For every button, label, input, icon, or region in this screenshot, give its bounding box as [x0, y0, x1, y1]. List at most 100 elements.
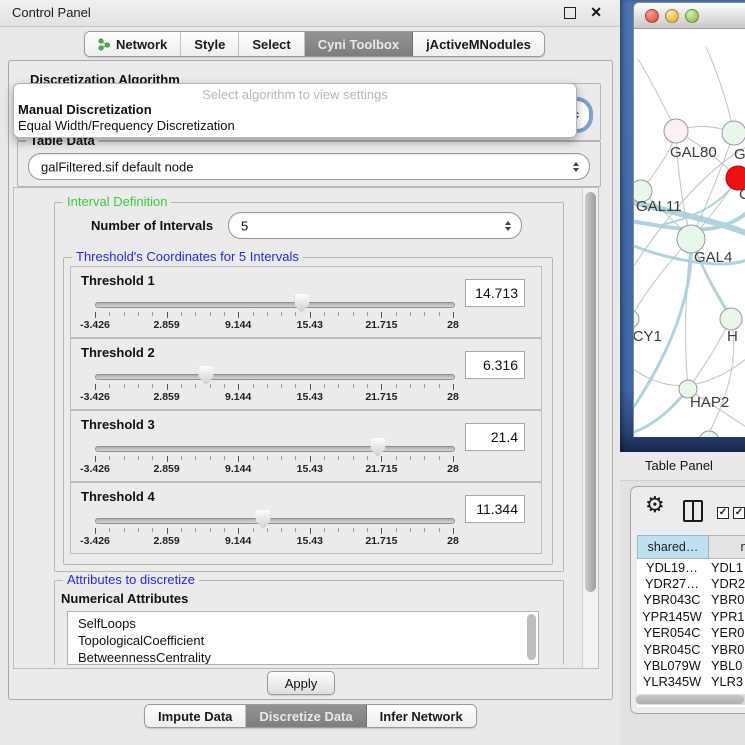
slider-thumb[interactable] [370, 438, 385, 457]
node[interactable] [720, 308, 742, 330]
tab-infer-network-label: Infer Network [380, 709, 463, 724]
minimize-traffic-light-icon[interactable] [665, 9, 679, 23]
checkbox-icon[interactable]: ✓ [717, 507, 729, 519]
node[interactable] [722, 121, 745, 145]
tab-discretize-data[interactable]: Discretize Data [246, 705, 366, 727]
table-horizontal-scrollbar[interactable] [635, 694, 745, 705]
slider-ticks [95, 528, 453, 535]
cell[interactable]: YDL19… [637, 559, 707, 575]
cell[interactable]: YPR1 [707, 608, 745, 624]
node[interactable] [634, 310, 639, 328]
table-row[interactable]: YPR145WYPR1 [637, 608, 745, 624]
interval-definition-label: Interval Definition [63, 194, 171, 209]
column-header-name[interactable]: n [709, 535, 745, 559]
table-row[interactable]: YDL19…YDL1 [637, 559, 745, 575]
tab-cyni-toolbox[interactable]: Cyni Toolbox [305, 32, 413, 56]
numerical-attributes-list[interactable]: SelfLoops TopologicalCoefficient Between… [67, 611, 539, 665]
checkbox-icon[interactable]: ✓ [733, 507, 745, 519]
slider-track[interactable] [95, 302, 455, 308]
threshold-2-value-field[interactable] [465, 351, 525, 379]
slider-thumb[interactable] [294, 294, 309, 313]
network-canvas[interactable]: GAL80 GA GAL11 C GAL4 GCY1 H HAP2 [634, 29, 745, 437]
cyni-toolbox-content: Discretization Algorithm Select algorith… [8, 60, 613, 700]
threshold-3-value-field[interactable] [465, 423, 525, 451]
zoom-traffic-light-icon[interactable] [685, 9, 699, 23]
threshold-3-label: Threshold 3 [81, 417, 155, 432]
list-item[interactable]: BetweennessCentrality [68, 649, 538, 665]
cell[interactable]: YBR0 [707, 641, 745, 657]
number-of-intervals-combobox[interactable]: 5 [228, 212, 522, 239]
settings-scrollbar-thumb[interactable] [585, 192, 596, 592]
threshold-4-label: Threshold 4 [81, 489, 155, 504]
node[interactable] [664, 119, 688, 143]
close-traffic-light-icon[interactable] [645, 9, 659, 23]
threshold-1-value-field[interactable] [465, 279, 525, 307]
table-data-combobox[interactable]: galFiltered.sif default node [28, 153, 590, 180]
cell[interactable]: YER0 [707, 625, 745, 641]
table-row[interactable]: YBL079WYBL0 [637, 657, 745, 673]
list-scrollbar-thumb[interactable] [527, 614, 536, 660]
tab-impute-data[interactable]: Impute Data [145, 705, 246, 727]
threshold-1-label: Threshold 1 [81, 273, 155, 288]
cell[interactable]: YDL1 [707, 559, 745, 575]
tab-network[interactable]: Network [85, 32, 181, 56]
table-header-row: shared… n [637, 535, 745, 559]
table-panel-header: Table Panel [620, 452, 745, 481]
table-row[interactable]: YER054CYER0 [637, 625, 745, 641]
cell[interactable]: YBR043C [637, 592, 707, 608]
threshold-4-value-field[interactable] [465, 495, 525, 523]
threshold-4-slider[interactable]: -3.4262.8599.14415.4321.71528 [95, 513, 453, 549]
node-label-gal4: GAL4 [694, 249, 732, 266]
list-item[interactable]: TopologicalCoefficient [68, 632, 538, 649]
cell[interactable]: YPR145W [637, 608, 707, 624]
table-row[interactable]: YBR045CYBR0 [637, 641, 745, 657]
slider-thumb[interactable] [256, 510, 271, 529]
threshold-1-slider[interactable]: -3.4262.8599.14415.4321.71528 [95, 297, 453, 333]
node[interactable] [699, 431, 719, 437]
table-panel-title: Table Panel [645, 458, 713, 473]
network-window-frame: GAL80 GA GAL11 C GAL4 GCY1 H HAP2 [620, 0, 745, 452]
float-window-icon[interactable] [564, 7, 576, 19]
table-row[interactable]: YLR345WYLR3 [637, 674, 745, 690]
cell[interactable]: YLR345W [637, 674, 707, 690]
column-header-shared-name[interactable]: shared… [637, 535, 709, 559]
slider-track[interactable] [95, 374, 455, 380]
cell[interactable]: YBR045C [637, 641, 707, 657]
thresholds-group-label: Threshold's Coordinates for 5 Intervals [72, 249, 303, 264]
apply-button[interactable]: Apply [267, 671, 335, 695]
number-of-intervals-value: 5 [241, 218, 248, 233]
tab-select[interactable]: Select [239, 32, 304, 56]
cell[interactable]: YDR27… [637, 575, 707, 591]
threshold-3-slider[interactable]: -3.4262.8599.14415.4321.71528 [95, 441, 453, 477]
cell[interactable]: YLR3 [707, 674, 745, 690]
tab-jactivemnodules[interactable]: jActiveMNodules [413, 32, 544, 56]
tab-infer-network[interactable]: Infer Network [367, 705, 476, 727]
network-window-titlebar[interactable] [634, 3, 745, 29]
list-scrollbar[interactable] [527, 614, 536, 662]
threshold-4-panel: Threshold 4 -3.4262.8599.14415.4321.7152… [70, 482, 542, 554]
gear-icon[interactable]: ⚙ [645, 495, 665, 517]
attributes-group-label: Attributes to discretize [63, 572, 199, 587]
table-row[interactable]: YBR043CYBR0 [637, 592, 745, 608]
slider-ticks [95, 456, 453, 463]
dropdown-option-manual[interactable]: Manual Discretization [14, 102, 576, 118]
threshold-2-slider[interactable]: -3.4262.8599.14415.4321.71528 [95, 369, 453, 405]
list-item[interactable]: SelfLoops [68, 615, 538, 632]
table-row[interactable]: YDR27…YDR2 [637, 575, 745, 591]
cell[interactable]: YDR2 [707, 575, 745, 591]
cell[interactable]: YBR0 [707, 592, 745, 608]
cell[interactable]: YER054C [637, 625, 707, 641]
close-icon[interactable]: ✕ [590, 4, 602, 21]
slider-track[interactable] [95, 446, 455, 452]
control-panel-titlebar: Control Panel ✕ [0, 0, 620, 27]
tab-style[interactable]: Style [181, 32, 239, 56]
columns-icon[interactable] [683, 500, 703, 522]
table-horizontal-scrollbar-thumb[interactable] [636, 695, 744, 704]
slider-thumb[interactable] [198, 366, 213, 385]
cell[interactable]: YBL079W [637, 657, 707, 673]
cell[interactable]: YBL0 [707, 657, 745, 673]
slider-track[interactable] [95, 518, 455, 524]
dropdown-option-equal-width[interactable]: Equal Width/Frequency Discretization [14, 118, 576, 134]
top-tab-bar: Network Style Select Cyni Toolbox jActiv… [84, 31, 545, 57]
settings-scrollbar[interactable] [582, 188, 598, 668]
